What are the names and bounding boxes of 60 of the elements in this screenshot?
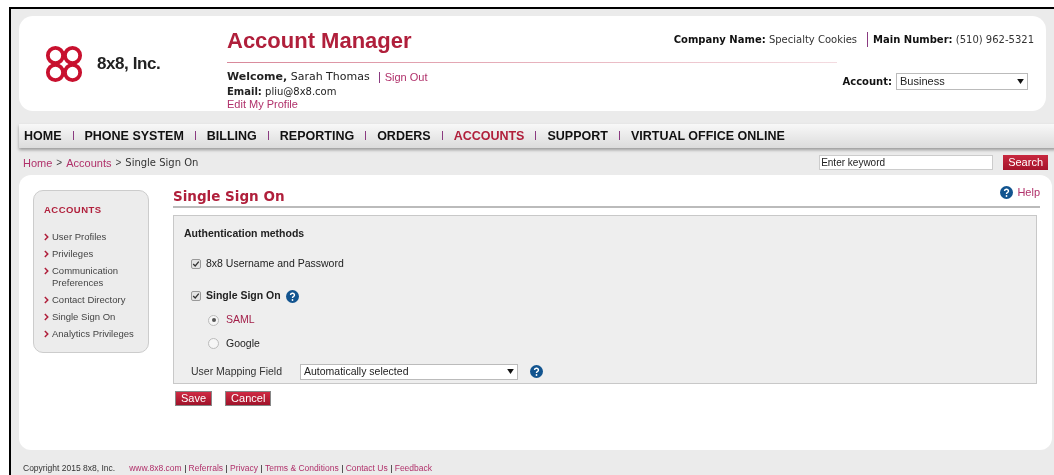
- mapping-dropdown[interactable]: Automatically selected: [300, 363, 518, 380]
- breadcrumb-link[interactable]: Home: [23, 154, 53, 172]
- sidebar-item[interactable]: Contact Directory: [44, 294, 148, 307]
- mapping-label: User Mapping Field: [191, 363, 284, 379]
- save-button[interactable]: Save: [175, 390, 213, 406]
- edit-profile-link[interactable]: Edit My Profile: [227, 97, 298, 110]
- footer-link[interactable]: Terms & Conditions: [264, 462, 339, 475]
- account-dropdown[interactable]: Business: [896, 73, 1028, 90]
- checkbox[interactable]: [191, 258, 201, 269]
- nav-item[interactable]: ACCOUNTS: [453, 126, 525, 146]
- cancel-button[interactable]: Cancel: [225, 390, 272, 406]
- brand-name: 8x8, Inc.: [97, 52, 161, 75]
- footer-link[interactable]: www.8x8.com: [129, 462, 182, 475]
- caret-icon: [507, 369, 514, 375]
- help-icon[interactable]: [1000, 185, 1014, 199]
- radio-label: Google: [226, 335, 260, 351]
- sidebar-item[interactable]: Analytics Privileges: [44, 328, 148, 341]
- nav-item[interactable]: ORDERS: [377, 126, 431, 146]
- caret-icon: [1017, 79, 1024, 84]
- checkbox[interactable]: [191, 291, 201, 302]
- main-number-text: Main Number: (510) 962-5321: [867, 32, 1034, 47]
- email-text: Email: pliu@8x8.com: [227, 85, 338, 98]
- search-field[interactable]: Enter keyword: [819, 155, 994, 171]
- search-button[interactable]: Search: [1003, 155, 1048, 171]
- radio-button[interactable]: [208, 338, 219, 350]
- sidebar-title: ACCOUNTS: [44, 202, 103, 217]
- checkbox-label: 8x8 Username and Password: [206, 255, 344, 271]
- help-icon[interactable]: [530, 365, 543, 379]
- help-link[interactable]: Help: [1000, 183, 1040, 201]
- company-name-text: Company Name: Specialty Cookies: [673, 33, 858, 47]
- logo-icon: [45, 44, 83, 83]
- footer-link[interactable]: Contact Us: [345, 462, 388, 475]
- radio-button[interactable]: [208, 314, 219, 326]
- nav-item[interactable]: VIRTUAL OFFICE ONLINE: [630, 126, 785, 146]
- app-title: Account Manager: [227, 27, 413, 55]
- welcome-text: Welcome, Sarah Thomas: [227, 69, 370, 85]
- footer-link[interactable]: Feedback: [394, 462, 433, 475]
- radio-label: SAML: [226, 312, 255, 328]
- breadcrumb-text: Single Sign On: [125, 156, 199, 171]
- nav-item[interactable]: REPORTING: [279, 126, 355, 146]
- breadcrumb-link[interactable]: Accounts: [66, 154, 112, 172]
- sign-out-link[interactable]: Sign Out: [378, 71, 428, 83]
- sidebar-item[interactable]: Privileges: [44, 248, 148, 261]
- panel-title: Authentication methods: [184, 225, 306, 241]
- breadcrumb-separator: >: [115, 156, 122, 171]
- checkbox-label: Single Sign On: [206, 288, 281, 304]
- footer-link[interactable]: Privacy: [230, 462, 258, 475]
- breadcrumb-separator: >: [56, 156, 63, 171]
- nav-item[interactable]: HOME: [24, 126, 62, 146]
- help-icon[interactable]: [285, 289, 299, 303]
- account-label: Account:: [842, 75, 892, 89]
- page-title: Single Sign On: [173, 186, 285, 206]
- nav-item[interactable]: BILLING: [206, 126, 257, 146]
- footer-link[interactable]: Referrals: [188, 462, 224, 475]
- sidebar-item[interactable]: User Profiles: [44, 231, 148, 244]
- nav-item[interactable]: PHONE SYSTEM: [84, 126, 184, 146]
- nav-item[interactable]: SUPPORT: [547, 126, 608, 146]
- sidebar-item[interactable]: Single Sign On: [44, 311, 148, 324]
- sidebar-item[interactable]: Communication Preferences: [44, 265, 148, 290]
- copyright-text: Copyright 2015 8x8, Inc.: [23, 462, 116, 475]
